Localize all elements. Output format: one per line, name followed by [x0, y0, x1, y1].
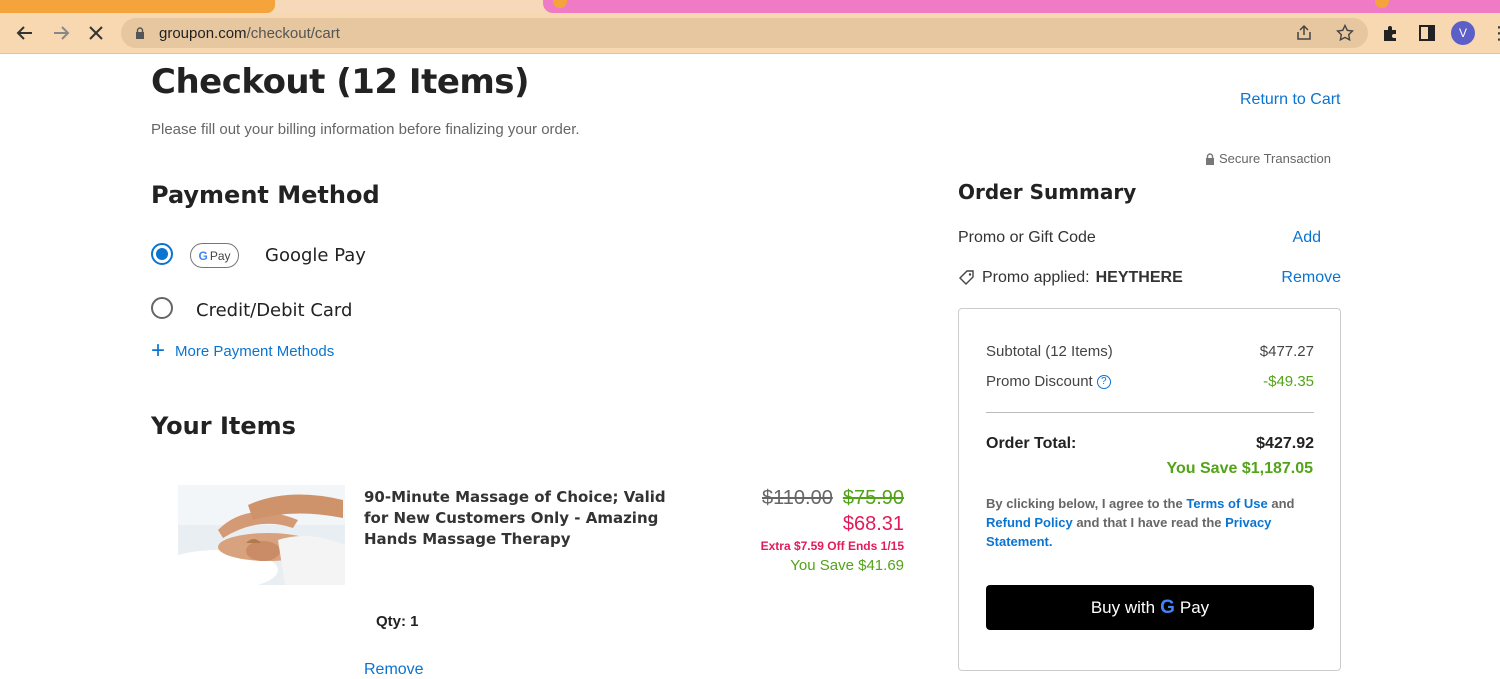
item-thumbnail[interactable] [178, 485, 345, 585]
bookmark-star-icon[interactable] [1336, 24, 1354, 42]
order-summary-heading: Order Summary [958, 180, 1137, 204]
refund-policy-link[interactable]: Refund Policy [986, 515, 1073, 530]
browser-tab-active[interactable] [0, 0, 275, 13]
final-price: $68.31 [842, 513, 904, 535]
tab-favicon [553, 0, 567, 8]
promo-code-row: Promo or Gift Code Add [958, 229, 1341, 247]
url-text: groupon.com/checkout/cart [159, 25, 340, 42]
legal-text: and that I have read the [1076, 515, 1222, 530]
item-prices: $110.00 $75.90 $68.31 Extra $7.59 Off End… [761, 486, 904, 578]
order-summary-box: Subtotal (12 Items) $477.27 Promo Discou… [958, 308, 1341, 671]
legal-notice: By clicking below, I agree to the Terms … [986, 494, 1316, 551]
profile-avatar[interactable]: V [1451, 21, 1475, 45]
tab-favicon [1375, 0, 1389, 8]
buy-button-text: Buy with [1090, 597, 1156, 617]
credit-card-label[interactable]: Credit/Debit Card [196, 300, 352, 321]
google-g-icon: G [198, 248, 208, 263]
order-total-value: $427.92 [1256, 435, 1314, 452]
tag-icon [959, 270, 974, 285]
promo-discount-row: Promo Discount? -$49.35 [986, 373, 1314, 390]
subtotal-row: Subtotal (12 Items) $477.27 [986, 343, 1314, 360]
promo-code-value: HEYTHERE [1095, 269, 1183, 286]
order-total-row: Order Total: $427.92 [986, 435, 1314, 453]
buy-with-google-pay-button[interactable]: Buy with G Pay [986, 585, 1314, 630]
buy-button-pay-text: Pay [1179, 597, 1210, 617]
browser-toolbar: groupon.com/checkout/cart V ⋮ [0, 13, 1500, 54]
remove-item-link[interactable]: Remove [364, 661, 424, 679]
terms-of-use-link[interactable]: Terms of Use [1186, 496, 1267, 511]
item-savings: You Save $41.69 [790, 557, 904, 574]
return-to-cart-link[interactable]: Return to Cart [1240, 91, 1340, 109]
promo-applied-label: Promo applied: [982, 269, 1090, 286]
credit-card-radio[interactable] [151, 297, 173, 319]
promo-discount-value: -$49.35 [1263, 373, 1314, 390]
promo-discount-label: Promo Discount [986, 373, 1093, 390]
total-savings: You Save $1,187.05 [1166, 460, 1313, 477]
browser-menu-icon[interactable]: ⋮ [1490, 23, 1500, 43]
more-payment-methods-link[interactable]: + More Payment Methods [151, 337, 335, 364]
secure-text: Secure Transaction [1219, 151, 1332, 166]
legal-text: and [1271, 496, 1295, 511]
share-icon[interactable] [1295, 24, 1313, 42]
summary-divider [986, 412, 1314, 413]
google-g-icon: G [1160, 596, 1175, 618]
promo-code-label: Promo or Gift Code [958, 229, 1096, 246]
lock-icon [1206, 152, 1214, 165]
page-title: Checkout (12 Items) [151, 62, 530, 102]
subtotal-label: Subtotal (12 Items) [986, 343, 1113, 360]
extensions-puzzle-icon[interactable] [1380, 23, 1400, 43]
add-promo-button[interactable]: Add [1293, 229, 1321, 247]
item-title[interactable]: 90-Minute Massage of Choice; Valid for N… [364, 487, 684, 550]
payment-method-heading: Payment Method [151, 181, 380, 209]
legal-text: By clicking below, I agree to the [986, 496, 1183, 511]
original-price: $110.00 [762, 487, 833, 509]
page-subtitle: Please fill out your billing information… [151, 121, 580, 138]
forward-arrow-icon[interactable] [49, 21, 73, 45]
google-pay-badge: G Pay [190, 243, 239, 268]
side-panel-icon[interactable] [1417, 23, 1437, 43]
order-total-label: Order Total: [986, 435, 1077, 452]
gpay-badge-text: Pay [209, 248, 231, 263]
google-pay-radio[interactable] [151, 243, 173, 265]
plus-icon: + [151, 337, 166, 364]
address-bar[interactable]: groupon.com/checkout/cart [121, 18, 1368, 48]
promo-applied-row: Promo applied: HEYTHERE Remove [958, 269, 1341, 287]
stop-loading-icon[interactable] [84, 21, 108, 45]
item-quantity: Qty: 1 [376, 613, 419, 630]
subtotal-value: $477.27 [1259, 343, 1314, 360]
secure-transaction-label: Secure Transaction [1205, 151, 1331, 166]
was-price: $75.90 [842, 487, 904, 509]
google-pay-label[interactable]: Google Pay [265, 245, 366, 266]
your-items-heading: Your Items [151, 412, 296, 440]
info-icon[interactable]: ? [1096, 374, 1111, 389]
browser-tab-group[interactable] [543, 0, 1500, 13]
more-payment-methods-text: More Payment Methods [175, 342, 335, 360]
lock-icon [136, 27, 144, 39]
extra-discount-note: Extra $7.59 Off Ends 1/15 [760, 539, 904, 553]
back-arrow-icon[interactable] [13, 21, 37, 45]
tab-strip [0, 0, 1500, 13]
remove-promo-button[interactable]: Remove [1281, 269, 1341, 287]
